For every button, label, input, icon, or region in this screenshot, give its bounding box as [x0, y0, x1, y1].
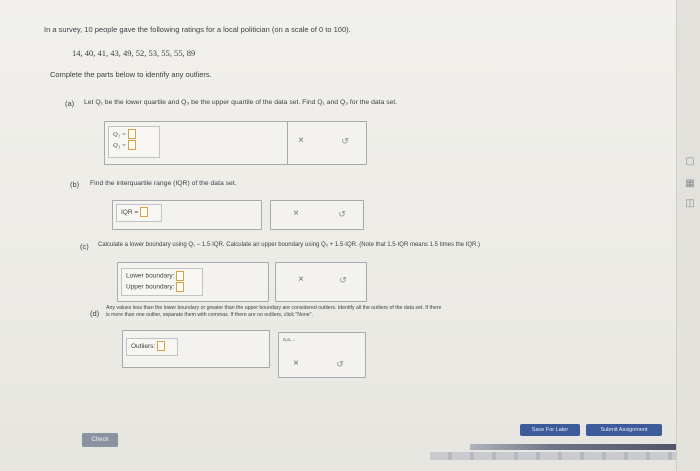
part-c-controls: × ↺: [275, 262, 367, 302]
iqr-label: IQR =: [121, 209, 139, 216]
lower-boundary-row: Lower boundary:: [126, 271, 198, 282]
info-icon[interactable]: ◫: [684, 198, 696, 210]
q3-label: Q₃ =: [113, 142, 126, 149]
lower-boundary-input[interactable]: [176, 271, 185, 281]
q3-row: Q₃ =: [113, 140, 155, 151]
part-d-prompt-line1: Any values less than the lower boundary …: [106, 305, 442, 311]
part-a-label: (a): [65, 99, 75, 108]
problem-intro: In a survey, 10 people gave the followin…: [44, 25, 351, 34]
part-d-controls: a,a,... × ↺: [278, 332, 366, 378]
q1-input[interactable]: [127, 129, 136, 140]
undo-icon[interactable]: ↺: [335, 207, 349, 221]
upper-boundary-row: Upper boundary:: [126, 281, 198, 293]
right-tool-strip: [676, 0, 700, 471]
question-page: In a survey, 10 people gave the followin…: [0, 0, 676, 471]
save-for-later-button[interactable]: Save For Later: [520, 424, 580, 436]
part-c-label: (c): [80, 242, 89, 251]
x-icon[interactable]: ×: [289, 357, 303, 371]
part-b-controls: × ↺: [270, 200, 364, 230]
undo-icon[interactable]: ↺: [338, 134, 352, 148]
part-c-prompt: Calculate a lower boundary using Q₁ − 1.…: [98, 242, 480, 248]
instruction: Complete the parts below to identify any…: [50, 70, 212, 79]
part-b-label: (b): [70, 180, 80, 189]
part-d-answer-area: Outliers:: [122, 330, 270, 368]
part-b-fields: IQR =: [116, 204, 162, 222]
data-values: 14, 40, 41, 43, 49, 52, 53, 55, 55, 89: [72, 48, 196, 58]
q1-label: Q₁ =: [113, 131, 126, 138]
part-b-prompt: Find the interquartile range (IQR) of th…: [90, 180, 237, 187]
upper-boundary-label: Upper boundary:: [126, 283, 175, 291]
bottom-tab-strip: [430, 452, 676, 460]
undo-icon[interactable]: ↺: [336, 273, 350, 287]
q3-input[interactable]: [127, 140, 136, 151]
upper-boundary-input[interactable]: [176, 281, 185, 292]
check-button[interactable]: Check: [82, 433, 118, 447]
part-c-answer-area: Lower boundary: Upper boundary:: [117, 262, 269, 302]
x-icon[interactable]: ×: [294, 273, 308, 287]
bottom-status-bar: [470, 444, 676, 450]
outliers-input[interactable]: [157, 341, 166, 352]
x-icon[interactable]: ×: [289, 207, 303, 221]
x-icon[interactable]: ×: [294, 134, 308, 148]
grid-icon[interactable]: ▦: [684, 178, 696, 190]
part-b-answer-area: IQR =: [112, 200, 262, 230]
part-c-fields: Lower boundary: Upper boundary:: [121, 268, 203, 296]
part-d-label: (d): [90, 309, 100, 318]
lower-boundary-label: Lower boundary:: [126, 272, 175, 280]
part-d-prompt-line2: is more than one outlier, separate them …: [106, 312, 313, 318]
part-a-answer-area: Q₁ = Q₃ =: [104, 121, 288, 165]
undo-icon[interactable]: ↺: [333, 357, 347, 371]
part-a-prompt: Let Q₁ be the lower quartile and Q₃ be t…: [84, 99, 398, 106]
part-a-controls: × ↺: [287, 121, 367, 165]
part-d-fields: Outliers:: [126, 338, 178, 356]
q1-row: Q₁ =: [113, 129, 155, 140]
calculator-icon[interactable]: ▢: [684, 156, 696, 168]
submit-assignment-button[interactable]: Submit Assignment: [586, 424, 662, 436]
comma-toolbar[interactable]: a,a,...: [283, 337, 296, 343]
iqr-input[interactable]: [140, 207, 149, 218]
part-a-fields: Q₁ = Q₃ =: [108, 126, 160, 158]
outliers-label: Outliers:: [131, 343, 156, 350]
